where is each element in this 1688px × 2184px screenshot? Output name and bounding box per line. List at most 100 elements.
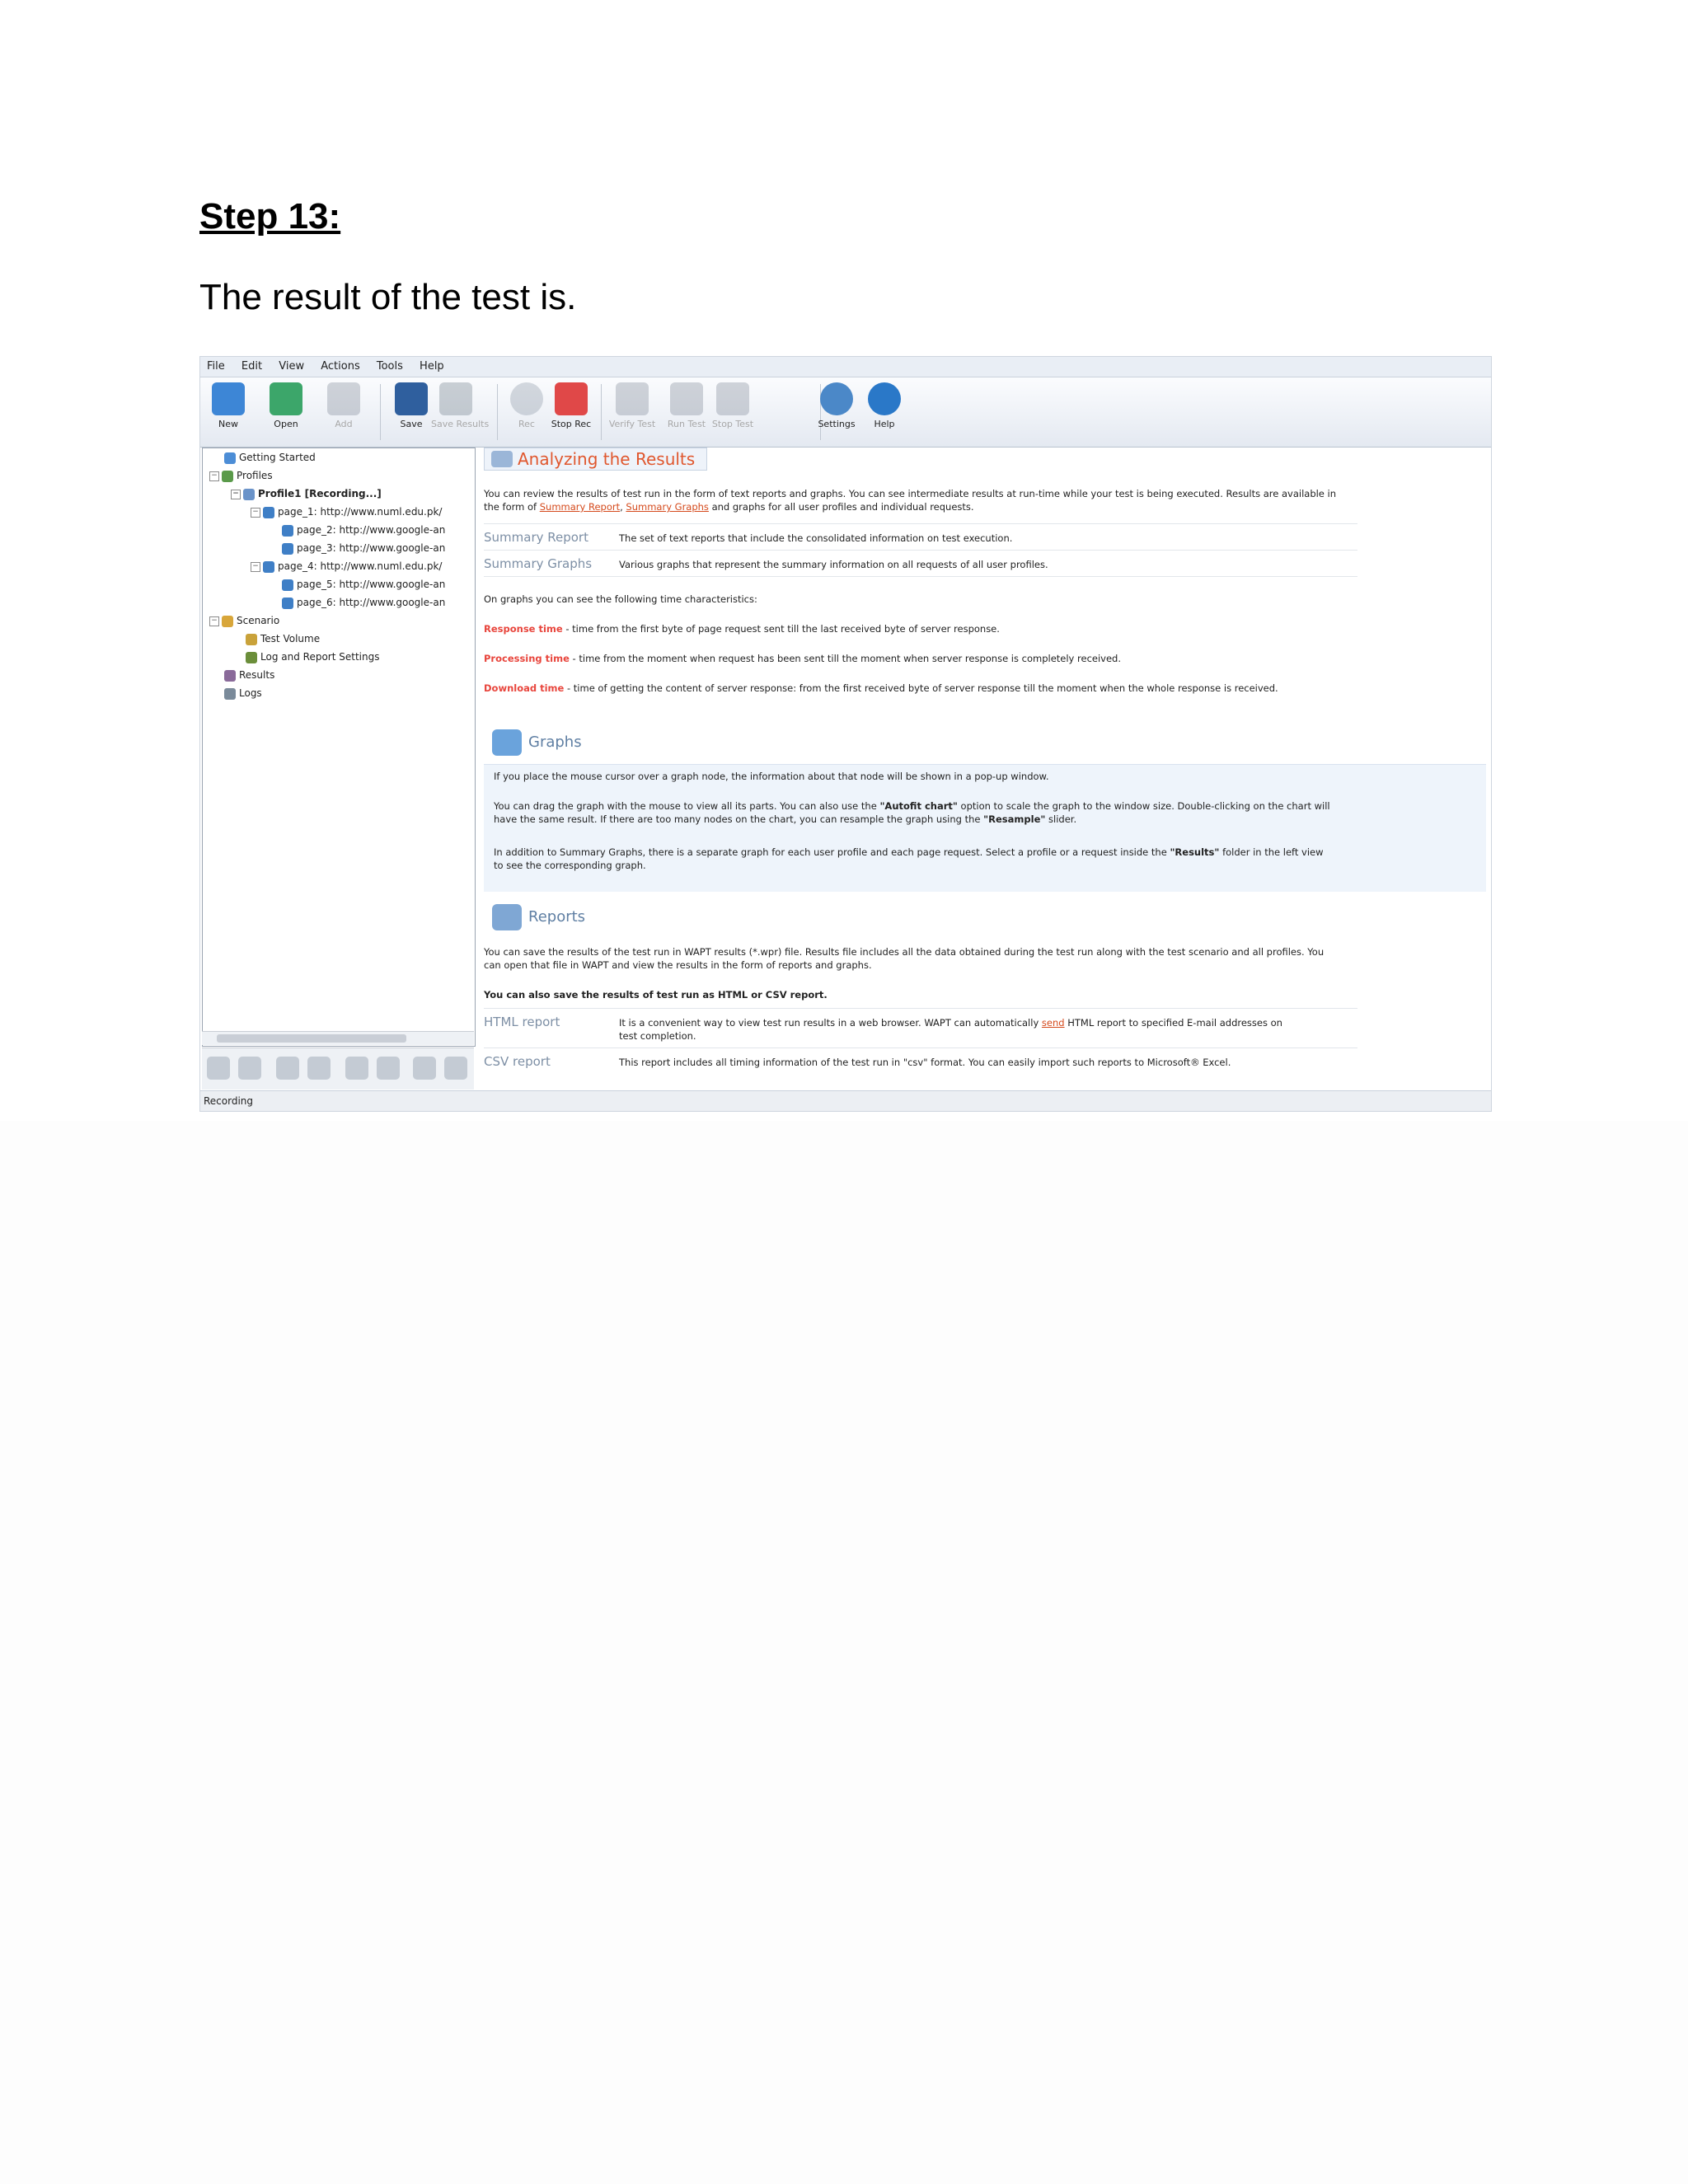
- graphs-paragraph-1: If you place the mouse cursor over a gra…: [494, 771, 1049, 782]
- help-button[interactable]: Help: [860, 382, 909, 429]
- verify-test-button[interactable]: Verify Test: [607, 382, 657, 429]
- csv-report-label[interactable]: CSV report: [484, 1054, 551, 1069]
- tree-label: page_5: http://www.google-an: [297, 579, 446, 590]
- summary-report-label[interactable]: Summary Report: [484, 530, 588, 545]
- profile-action-icon[interactable]: [207, 1057, 230, 1080]
- tree-item-page-3[interactable]: page_3: http://www.google-an: [282, 542, 445, 555]
- user-action-icon[interactable]: [276, 1057, 299, 1080]
- reports-heading: Reports: [490, 899, 585, 935]
- processing-time-text: - time from the moment when request has …: [569, 653, 1122, 664]
- intro-line-2: the form of Summary Report, Summary Grap…: [484, 501, 974, 513]
- menu-help[interactable]: Help: [413, 357, 451, 373]
- save-results-button[interactable]: Save Results: [431, 382, 489, 429]
- results-icon: [224, 669, 236, 682]
- stop-test-button[interactable]: Stop Test: [708, 382, 757, 429]
- settings-button[interactable]: Settings: [812, 382, 861, 429]
- tree-label: page_4: http://www.numl.edu.pk/: [278, 560, 443, 572]
- search-action-icon[interactable]: [444, 1057, 467, 1080]
- summary-graphs-link[interactable]: Summary Graphs: [626, 501, 709, 513]
- collapse-icon: −: [209, 471, 219, 481]
- record-button[interactable]: Rec: [502, 382, 551, 429]
- tree-item-log-report-settings[interactable]: Log and Report Settings: [246, 651, 379, 663]
- log-settings-icon: [246, 651, 257, 663]
- graph-icon: [492, 729, 522, 756]
- stop-record-icon: [555, 382, 588, 415]
- reports-heading-text: Reports: [528, 908, 586, 926]
- menu-view[interactable]: View: [272, 357, 311, 373]
- search-action-icon[interactable]: [413, 1057, 436, 1080]
- tree-item-profiles[interactable]: − Profiles: [209, 470, 273, 482]
- save-button[interactable]: Save: [387, 382, 436, 429]
- summary-graphs-text: Various graphs that represent the summar…: [619, 559, 1048, 570]
- graphs-text: slider.: [1048, 813, 1077, 825]
- menu-file[interactable]: File: [200, 357, 232, 373]
- menu-bar: File Edit View Actions Tools Help: [200, 357, 1491, 377]
- tree-item-results[interactable]: Results: [224, 669, 274, 682]
- graphs-heading-text: Graphs: [528, 733, 582, 751]
- open-button[interactable]: Open: [261, 382, 311, 429]
- save-label: Save: [400, 419, 423, 429]
- monitor-action-icon[interactable]: [345, 1057, 368, 1080]
- results-icon: [491, 451, 513, 467]
- summary-report-text: The set of text reports that include the…: [619, 532, 1013, 544]
- tree-item-page-4[interactable]: − page_4: http://www.numl.edu.pk/: [251, 560, 442, 573]
- add-button[interactable]: Add: [319, 382, 368, 429]
- graphs-text: option to scale the graph to the window …: [960, 800, 1330, 812]
- new-button[interactable]: New: [204, 382, 253, 429]
- menu-edit[interactable]: Edit: [235, 357, 269, 373]
- graphs-text: In addition to Summary Graphs, there is …: [494, 846, 1167, 858]
- page-icon: [282, 579, 293, 591]
- tree-label: Getting Started: [239, 452, 316, 463]
- scrollbar-thumb[interactable]: [217, 1034, 406, 1043]
- tree-item-page-2[interactable]: page_2: http://www.google-an: [282, 524, 445, 537]
- tree-item-getting-started[interactable]: Getting Started: [224, 452, 316, 464]
- html-report-line-2: test completion.: [619, 1030, 696, 1042]
- summary-report-link[interactable]: Summary Report: [540, 501, 620, 513]
- tree-label: page_1: http://www.numl.edu.pk/: [278, 506, 443, 518]
- monitor-action-icon[interactable]: [377, 1057, 400, 1080]
- tree-label: Logs: [239, 687, 262, 699]
- send-link[interactable]: send: [1042, 1017, 1065, 1029]
- download-time-line: Download time - time of getting the cont…: [484, 682, 1481, 695]
- response-time-text: - time from the first byte of page reque…: [562, 623, 1000, 635]
- html-text: It is a convenient way to view test run …: [619, 1017, 1039, 1029]
- new-icon: [212, 382, 245, 415]
- menu-tools[interactable]: Tools: [370, 357, 410, 373]
- tree-label: Profile1 [Recording...]: [258, 488, 382, 499]
- tree-action-bar: [202, 1047, 474, 1090]
- tree-item-page-6[interactable]: page_6: http://www.google-an: [282, 597, 445, 609]
- graphs-heading: Graphs: [490, 724, 582, 761]
- stop-record-button[interactable]: Stop Rec: [546, 382, 596, 429]
- user-action-icon[interactable]: [307, 1057, 331, 1080]
- intro-text: the form of: [484, 501, 537, 513]
- tree-item-scenario[interactable]: − Scenario: [209, 615, 279, 627]
- tree-horizontal-scrollbar[interactable]: [202, 1031, 474, 1045]
- stop-test-label: Stop Test: [711, 419, 754, 429]
- logs-icon: [224, 687, 236, 700]
- toolbar: New Open Add Save Save Results Rec Stop …: [200, 377, 1491, 448]
- test-volume-icon: [246, 633, 257, 645]
- project-tree: Getting Started − Profiles − Profile1 [Rec…: [202, 448, 476, 1047]
- graphs-paragraph-2: You can drag the graph with the mouse to…: [494, 799, 1475, 826]
- tree-item-profile1[interactable]: − Profile1 [Recording...]: [231, 488, 382, 500]
- run-test-label: Run Test: [667, 419, 706, 429]
- response-time-line: Response time - time from the first byte…: [484, 622, 1481, 635]
- save-results-icon: [439, 382, 472, 415]
- page-icon: [263, 506, 274, 518]
- divider: [484, 576, 1357, 577]
- profile-action-icon[interactable]: [238, 1057, 261, 1080]
- menu-actions[interactable]: Actions: [314, 357, 367, 373]
- summary-graphs-label[interactable]: Summary Graphs: [484, 556, 592, 571]
- tree-item-page-5[interactable]: page_5: http://www.google-an: [282, 579, 445, 591]
- run-test-button[interactable]: Run Test: [662, 382, 711, 429]
- help-icon: [868, 382, 901, 415]
- tree-item-logs[interactable]: Logs: [224, 687, 262, 700]
- tree-item-test-volume[interactable]: Test Volume: [246, 633, 320, 645]
- csv-report-text: This report includes all timing informat…: [619, 1057, 1231, 1068]
- open-label: Open: [274, 419, 298, 429]
- toolbar-separator: [601, 384, 602, 440]
- html-report-label[interactable]: HTML report: [484, 1015, 560, 1029]
- status-bar: Recording: [200, 1090, 1491, 1111]
- reports-save-note: You can also save the results of test ru…: [484, 989, 828, 1001]
- tree-item-page-1[interactable]: − page_1: http://www.numl.edu.pk/: [251, 506, 442, 518]
